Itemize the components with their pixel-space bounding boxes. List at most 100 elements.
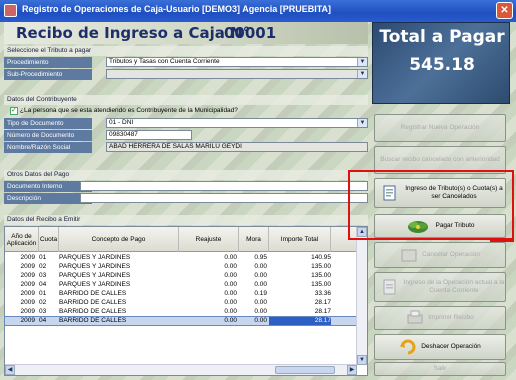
receipt-grid[interactable]: Año de Aplicación Cuota Concepto de Pago… <box>4 226 368 376</box>
procedimiento-select[interactable]: Tributos y Tasas con Cuenta Corriente ▼ <box>106 57 368 67</box>
receipt-banner: Recibo de Ingreso a Caja N° 00001 <box>4 22 368 44</box>
col-concepto[interactable]: Concepto de Pago <box>59 227 179 252</box>
table-cell: 140.95 <box>311 254 331 261</box>
deshacer-operacion-button[interactable]: Deshacer Operación <box>374 334 506 360</box>
total-amount: 545.18 <box>409 55 475 75</box>
nombre-field: ABAD HERRERA DE SALAS MARILU GEYDI <box>106 142 368 152</box>
subprocedimiento-row: Sub-Procedimiento ▼ <box>4 69 368 80</box>
col-reajuste[interactable]: Reajuste <box>179 227 239 252</box>
table-cell: 135.00 <box>311 281 331 288</box>
table-cell: 28.17 <box>314 308 331 315</box>
table-cell: 02 <box>39 299 47 306</box>
tipo-doc-label: Tipo de Documento <box>4 118 92 129</box>
cancel-icon <box>401 249 417 262</box>
table-cell: 0.00 <box>224 263 237 270</box>
app-icon <box>4 4 17 17</box>
doc-interno-input[interactable] <box>80 181 368 191</box>
table-cell: 0.00 <box>254 263 267 270</box>
table-row[interactable]: 2009 02 PARQUES Y JARDINES 0.00 0.00 135.00 <box>5 263 357 271</box>
table-cell: BARRIDO DE CALLES <box>59 290 127 297</box>
doc-interno-row: Documento Interno <box>4 181 368 192</box>
window-title-bar: Registro de Operaciones de Caja-Usuario … <box>0 0 516 22</box>
scroll-left-icon[interactable]: ◀ <box>5 365 15 375</box>
table-cell: 2009 <box>20 272 35 279</box>
descripcion-input[interactable] <box>80 193 368 203</box>
chevron-down-icon[interactable]: ▼ <box>357 119 367 127</box>
table-row[interactable]: 2009 03 PARQUES Y JARDINES 0.00 0.00 135.00 <box>5 272 357 280</box>
grid-vertical-scrollbar[interactable]: ▲ ▼ <box>356 227 367 365</box>
table-row[interactable]: 2009 01 BARRIDO DE CALLES 0.00 0.19 33.36 <box>5 290 357 298</box>
table-cell: 03 <box>39 308 47 315</box>
table-cell: 135.00 <box>311 263 331 270</box>
imprimir-recibo-button[interactable]: Imprimir Recibo <box>374 306 506 330</box>
col-cuota[interactable]: Cuota <box>39 227 59 252</box>
subprocedimiento-label: Sub-Procedimiento <box>4 69 92 80</box>
num-doc-label: Número de Documento <box>4 130 92 141</box>
table-cell: PARQUES Y JARDINES <box>59 254 131 261</box>
table-cell: 0.00 <box>254 281 267 288</box>
scroll-thumb[interactable] <box>275 366 335 374</box>
grid-horizontal-scrollbar[interactable]: ◀ ▶ <box>5 364 357 375</box>
procedimiento-label: Procedimiento <box>4 57 92 68</box>
scroll-down-icon[interactable]: ▼ <box>357 355 367 365</box>
table-cell: 04 <box>39 281 47 288</box>
table-cell: 0.00 <box>224 254 237 261</box>
table-cell: BARRIDO DE CALLES <box>59 317 127 324</box>
highlight-annotation-box <box>348 170 514 240</box>
table-row[interactable]: 2009 01 PARQUES Y JARDINES 0.00 0.95 140.95 <box>5 254 357 262</box>
tipo-doc-row: Tipo de Documento 01 - DNI ▼ <box>4 118 368 129</box>
nombre-row: Nombre/Razón Social ABAD HERRERA DE SALA… <box>4 142 368 153</box>
table-cell: 2009 <box>20 263 35 270</box>
table-cell: 0.00 <box>224 317 237 324</box>
contribuyente-check-row: ✓ ¿La persona que se esta atendiendo es … <box>4 106 368 117</box>
num-doc-row: Número de Documento 09830487 <box>4 130 368 141</box>
highlight-annotation-line <box>490 240 514 242</box>
chevron-down-icon[interactable]: ▼ <box>357 70 367 78</box>
register-new-button[interactable]: Registrar Nueva Operación <box>374 114 506 142</box>
total-panel: Total a Pagar 545.18 <box>372 22 510 104</box>
cancelar-operacion-label: Cancelar Operación <box>422 251 480 258</box>
salir-label: Salir <box>433 365 447 372</box>
table-cell: 03 <box>39 272 47 279</box>
table-row[interactable]: 2009 04 BARRIDO DE CALLES 0.00 0.00 28.17 <box>4 316 358 326</box>
receipt-number: 00001 <box>224 24 277 42</box>
table-cell: 2009 <box>20 290 35 297</box>
table-cell: 02 <box>39 263 47 270</box>
close-icon[interactable]: ✕ <box>496 2 513 19</box>
tipo-doc-select[interactable]: 01 - DNI ▼ <box>106 118 368 128</box>
ingreso-operacion-button[interactable]: Ingreso de la Operación actual a la Cuen… <box>374 272 506 302</box>
nombre-label: Nombre/Razón Social <box>4 142 92 153</box>
table-cell: 0.00 <box>224 308 237 315</box>
procedimiento-value: Tributos y Tasas con Cuenta Corriente <box>109 58 220 65</box>
cancelar-operacion-button[interactable]: Cancelar Operación <box>374 242 506 268</box>
table-cell: 135.00 <box>311 272 331 279</box>
subprocedimiento-select[interactable]: ▼ <box>106 69 368 79</box>
section-otros: Otros Datos del Pago <box>4 170 368 180</box>
receipt-title: Recibo de Ingreso a Caja N° <box>16 24 251 42</box>
ingreso-operacion-label: Ingreso de la Operación actual a la Cuen… <box>403 279 505 294</box>
salir-button[interactable]: Salir <box>374 362 506 376</box>
table-cell: 0.19 <box>254 290 267 297</box>
table-cell: PARQUES Y JARDINES <box>59 281 131 288</box>
printer-icon <box>407 310 423 324</box>
col-anio[interactable]: Año de Aplicación <box>5 227 39 252</box>
num-doc-input[interactable]: 09830487 <box>106 130 192 140</box>
table-cell: 0.00 <box>254 308 267 315</box>
table-cell: 2009 <box>20 281 35 288</box>
table-cell: 0.00 <box>254 299 267 306</box>
table-row[interactable]: 2009 02 BARRIDO DE CALLES 0.00 0.00 28.17 <box>5 299 357 307</box>
search-receipt-label: Buscar recibo cancelado con anterioridad <box>380 156 500 163</box>
table-cell: BARRIDO DE CALLES <box>59 308 127 315</box>
table-cell: 2009 <box>20 317 35 324</box>
chevron-down-icon[interactable]: ▼ <box>357 58 367 66</box>
col-mora[interactable]: Mora <box>239 227 269 252</box>
doc-interno-label: Documento Interno <box>4 181 92 192</box>
col-importe[interactable]: Importe Total <box>269 227 331 252</box>
table-cell: 0.00 <box>224 299 237 306</box>
table-row[interactable]: 2009 04 PARQUES Y JARDINES 0.00 0.00 135.00 <box>5 281 357 289</box>
section-tributo: Seleccione el Tributo a pagar <box>4 46 368 56</box>
table-row[interactable]: 2009 03 BARRIDO DE CALLES 0.00 0.00 28.17 <box>5 308 357 316</box>
undo-arrow-icon <box>400 339 416 355</box>
scroll-right-icon[interactable]: ▶ <box>347 365 357 375</box>
contribuyente-checkbox[interactable]: ✓ <box>10 107 18 115</box>
